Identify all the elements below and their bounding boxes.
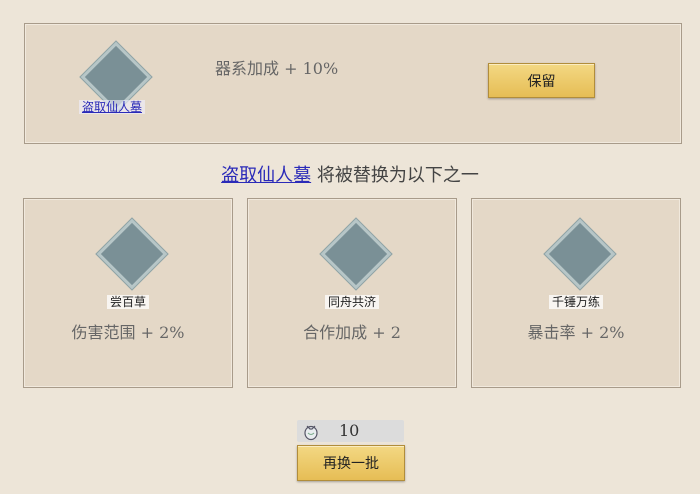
option-skill-bonus: 伤害范围 + 2%: [71, 323, 185, 342]
option-skill-bonus: 暴击率 + 2%: [527, 323, 625, 342]
replace-skill-link[interactable]: 盗取仙人墓: [221, 165, 311, 186]
option-skill-slot: 同舟共济: [317, 218, 392, 309]
current-skill-panel: 盗取仙人墓 器系加成 + 10% 保留: [24, 23, 682, 144]
current-skill-name[interactable]: 盗取仙人墓: [78, 100, 146, 114]
option-skill-name: 尝百草: [106, 295, 150, 309]
option-skill-slot: 千锤万练: [541, 218, 616, 309]
coin-pouch-icon: [304, 425, 318, 441]
option-skill-slot: 尝百草: [93, 218, 168, 309]
skill-icon: [320, 218, 392, 290]
cost-value: 10: [339, 421, 360, 440]
option-card-2[interactable]: 同舟共济 合作加成 + 2: [247, 198, 457, 388]
option-skill-name: 千锤万练: [548, 295, 604, 309]
skill-icon: [544, 218, 616, 290]
option-skill-bonus: 合作加成 + 2: [303, 323, 401, 342]
refresh-button[interactable]: 再换一批: [297, 445, 405, 481]
replace-prompt-text: 将被替换为以下之一: [311, 165, 479, 186]
current-skill-bonus: 器系加成 + 10%: [215, 59, 339, 78]
replace-prompt: 盗取仙人墓 将被替换为以下之一: [0, 161, 700, 187]
refresh-cost: 10: [297, 420, 404, 442]
option-skill-name: 同舟共济: [324, 295, 380, 309]
keep-button[interactable]: 保留: [488, 63, 595, 98]
option-card-1[interactable]: 尝百草 伤害范围 + 2%: [23, 198, 233, 388]
skill-icon: [96, 218, 168, 290]
option-card-3[interactable]: 千锤万练 暴击率 + 2%: [471, 198, 681, 388]
current-skill-slot[interactable]: 盗取仙人墓: [77, 41, 152, 114]
